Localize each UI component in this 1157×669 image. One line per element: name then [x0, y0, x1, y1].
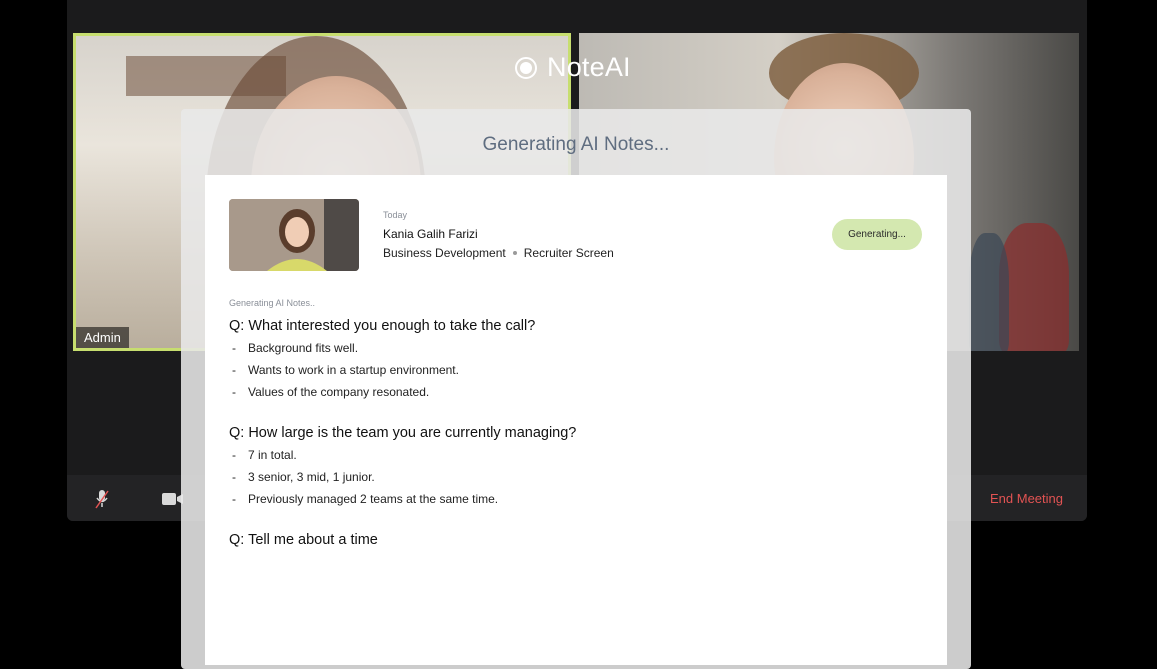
answer-item: - Previously managed 2 teams at the same …: [232, 492, 499, 506]
question-3: Q: Tell me about a time: [229, 532, 378, 548]
separator-dot: [512, 251, 517, 255]
overlay-title: Generating AI Notes...: [482, 134, 670, 155]
question-2: Q: How large is the team you are current…: [229, 425, 577, 441]
stage-label: Recruiter Screen: [523, 246, 614, 260]
noteai-logo-icon: [515, 56, 537, 79]
notes-card: Today Kania Galih Farizi Business Develo…: [205, 175, 947, 665]
participant-name-label: Admin: [76, 327, 129, 348]
status-badge: Generating...: [832, 219, 922, 250]
answer-item: -7 in total.: [232, 448, 297, 462]
answer-item: - Values of the company resonated.: [232, 385, 430, 399]
background-person: [999, 223, 1069, 351]
brand-name: NoteAI: [547, 52, 631, 82]
answer-item: - Wants to work in a startup environment.: [232, 363, 459, 377]
end-meeting-button[interactable]: End Meeting: [990, 491, 1063, 506]
mic-muted-icon[interactable]: [95, 489, 109, 509]
question-1: Q: What interested you enough to take th…: [229, 318, 536, 334]
background-person: [969, 233, 1009, 351]
answer-item: -3 senior, 3 mid, 1 junior.: [232, 470, 375, 484]
meeting-date: Today: [383, 210, 408, 220]
candidate-name: Kania Galih Farizi: [383, 227, 478, 241]
brand-header: NoteAI: [515, 52, 631, 83]
notes-caption: Generating AI Notes..: [229, 298, 316, 308]
candidate-details: Business Development Recruiter Screen: [383, 246, 614, 260]
candidate-photo: [229, 199, 359, 271]
candidate-portrait-icon: [229, 199, 359, 271]
answer-item: - Background fits well.: [232, 341, 359, 355]
department-label: Business Development: [383, 246, 506, 260]
